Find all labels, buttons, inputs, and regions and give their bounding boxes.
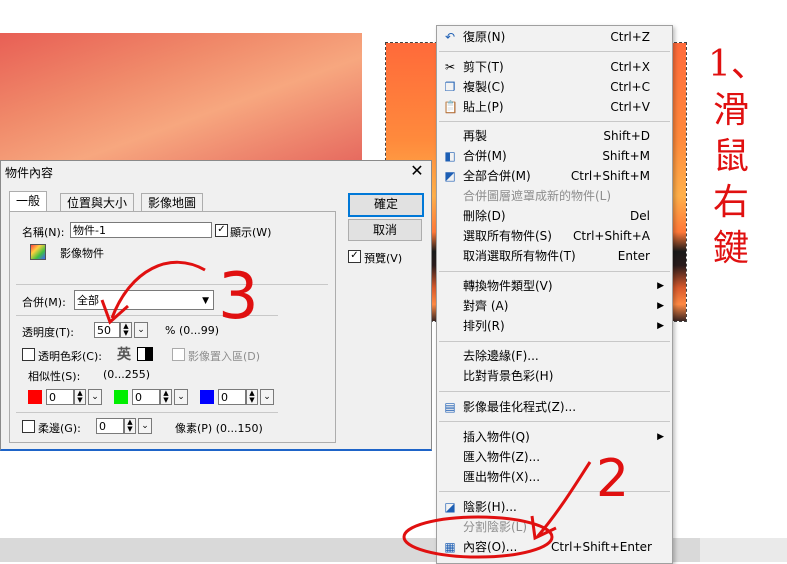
annotation-number-3: 3 [218, 260, 259, 334]
annotation-number-2: 2 [596, 449, 629, 509]
annotation-arrow-2 [536, 461, 592, 537]
annotation-overlay: 3 2 [100, 260, 629, 559]
annotation-circle-properties [402, 515, 554, 559]
